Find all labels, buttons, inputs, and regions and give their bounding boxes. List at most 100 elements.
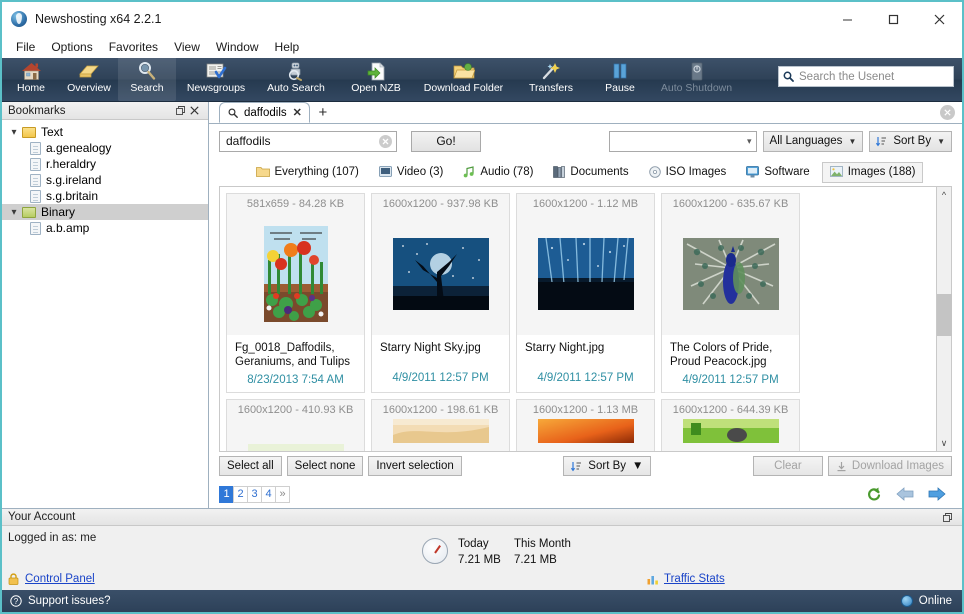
- undock-icon[interactable]: [943, 512, 957, 522]
- scrollbar-thumb[interactable]: [936, 294, 952, 336]
- result-card[interactable]: 1600x1200 - 198.61 KB: [371, 399, 510, 451]
- undock-icon[interactable]: [176, 106, 190, 115]
- toolbar-button-overview[interactable]: Overview: [60, 57, 118, 101]
- result-card[interactable]: 1600x1200 - 644.39 KB: [661, 399, 800, 451]
- chevron-down-icon[interactable]: ▾: [6, 207, 22, 218]
- category-software[interactable]: Software: [738, 162, 817, 183]
- category-images[interactable]: Images (188): [821, 161, 924, 183]
- refresh-icon[interactable]: [866, 486, 882, 502]
- back-arrow-icon[interactable]: [896, 487, 914, 501]
- result-card[interactable]: 1600x1200 - 1.12 MB Starry Night.jpg 4/9…: [516, 193, 655, 393]
- panel-close-icon[interactable]: [940, 105, 955, 120]
- download-images-button[interactable]: Download Images: [827, 456, 952, 476]
- minimize-button[interactable]: [824, 2, 870, 36]
- menu-view[interactable]: View: [166, 38, 208, 56]
- traffic-stats-link[interactable]: Traffic Stats: [664, 573, 725, 585]
- support-issues-label[interactable]: Support issues?: [28, 595, 110, 607]
- menu-help[interactable]: Help: [267, 38, 308, 56]
- toolbar-label-search: Search: [130, 82, 164, 94]
- result-card[interactable]: 1600x1200 - 635.67 KB The Colors of Prid…: [661, 193, 800, 393]
- folder-binary-icon: [22, 206, 36, 218]
- main-toolbar: Home Overview Search Newsgroups Auto Sea…: [2, 57, 962, 102]
- toolbar-button-pause[interactable]: Pause: [591, 57, 649, 101]
- tree-node-binary[interactable]: ▾ Binary: [2, 204, 208, 220]
- tree-node-text[interactable]: ▾ Text: [2, 124, 208, 140]
- category-video[interactable]: Video (3): [371, 162, 451, 183]
- select-none-button[interactable]: Select none: [286, 456, 364, 476]
- online-label: Online: [918, 595, 952, 607]
- category-audio[interactable]: Audio (78): [455, 162, 541, 183]
- chevron-down-icon: ▼: [848, 136, 857, 146]
- globe-icon: [900, 595, 913, 607]
- result-card[interactable]: 1600x1200 - 937.98 KB Starry Night Sky.j…: [371, 193, 510, 393]
- language-filter-button[interactable]: All Languages ▼: [762, 130, 864, 152]
- toolbar-button-transfers[interactable]: Transfers: [511, 57, 591, 101]
- toolbar-label-auto-shutdown: Auto Shutdown: [660, 82, 733, 94]
- usenet-search-input[interactable]: Search the Usenet: [778, 66, 954, 87]
- thumbnail-green-field: [682, 419, 779, 443]
- sort-by-button-top[interactable]: Sort By ▼: [869, 130, 952, 152]
- main-body: Bookmarks ▾ Text a.genealogy r.heraldry …: [2, 102, 962, 508]
- open-nzb-icon: [364, 60, 388, 82]
- scroll-down-icon[interactable]: ∨: [937, 436, 952, 451]
- results-scrollbar[interactable]: ^ ∨: [936, 186, 952, 452]
- maximize-button[interactable]: [870, 2, 916, 36]
- clear-button[interactable]: Clear: [752, 456, 823, 476]
- tree-item-r-heraldry[interactable]: r.heraldry: [2, 156, 208, 172]
- bookmarks-header: Bookmarks: [2, 102, 208, 120]
- chevron-down-icon[interactable]: ▾: [6, 127, 22, 138]
- category-documents[interactable]: Documents: [545, 162, 636, 183]
- close-icon[interactable]: [190, 106, 204, 115]
- menu-file[interactable]: File: [8, 38, 43, 56]
- sort-by-button-bottom[interactable]: Sort By ▼: [563, 456, 652, 476]
- category-label: ISO Images: [665, 166, 727, 178]
- chevron-down-icon: ▼: [937, 136, 945, 146]
- menu-options[interactable]: Options: [43, 38, 100, 56]
- category-everything[interactable]: Everything (107): [248, 162, 367, 183]
- page-next-group[interactable]: »: [275, 485, 290, 503]
- result-card[interactable]: 1600x1200 - 1.13 MB: [516, 399, 655, 451]
- search-input[interactable]: daffodils: [219, 130, 397, 152]
- tree-item-ab-amp[interactable]: a.b.amp: [2, 220, 208, 236]
- invert-selection-button[interactable]: Invert selection: [368, 456, 462, 476]
- new-tab-button[interactable]: +: [310, 102, 336, 123]
- tree-item-sg-ireland[interactable]: s.g.ireland: [2, 172, 208, 188]
- go-button[interactable]: Go!: [411, 130, 481, 152]
- close-button[interactable]: [916, 2, 962, 36]
- toolbar-button-home[interactable]: Home: [2, 57, 60, 101]
- result-card[interactable]: 1600x1200 - 410.93 KB: [226, 399, 365, 451]
- filter-controls: ▾ All Languages ▼ Sort By ▼: [608, 130, 952, 152]
- result-card[interactable]: 581x659 - 84.28 KB Fg_0018_Daffodils, Ge…: [226, 193, 365, 393]
- toolbar-button-auto-shutdown[interactable]: Auto Shutdown: [649, 57, 744, 101]
- control-panel-link-wrap[interactable]: Control Panel: [8, 572, 95, 585]
- thumbnail-area: [517, 213, 654, 335]
- control-panel-link[interactable]: Control Panel: [25, 573, 95, 585]
- tree-item-a-genealogy[interactable]: a.genealogy: [2, 140, 208, 156]
- tree-label: a.genealogy: [46, 141, 112, 155]
- tab-daffodils[interactable]: daffodils ✕: [219, 102, 310, 123]
- tab-close-icon[interactable]: ✕: [293, 106, 302, 119]
- forward-arrow-icon[interactable]: [928, 487, 946, 501]
- toolbar-button-search[interactable]: Search: [118, 57, 176, 101]
- menu-favorites[interactable]: Favorites: [101, 38, 166, 56]
- page-2[interactable]: 2: [233, 485, 248, 503]
- result-name: Starry Night Sky.jpg: [380, 342, 481, 354]
- group-filter-combo[interactable]: ▾: [608, 130, 757, 152]
- page-3[interactable]: 3: [247, 485, 262, 503]
- toolbar-button-auto-search[interactable]: Auto Search: [256, 57, 336, 101]
- toolbar-button-newsgroups[interactable]: Newsgroups: [176, 57, 256, 101]
- toolbar-button-open-nzb[interactable]: Open NZB: [336, 57, 416, 101]
- select-all-button[interactable]: Select all: [219, 456, 282, 476]
- page-4[interactable]: 4: [261, 485, 276, 503]
- traffic-stats-wrap[interactable]: Traffic Stats: [647, 573, 725, 585]
- clear-icon[interactable]: [379, 134, 392, 148]
- page-1[interactable]: 1: [219, 485, 234, 503]
- menu-window[interactable]: Window: [208, 38, 267, 56]
- category-iso-images[interactable]: ISO Images: [641, 162, 735, 183]
- toolbar-label-overview: Overview: [67, 82, 111, 94]
- thumbnail-daffodils-garden: [263, 226, 328, 322]
- scroll-up-icon[interactable]: ^: [937, 187, 952, 202]
- tree-item-sg-britain[interactable]: s.g.britain: [2, 188, 208, 204]
- toolbar-button-download-folder[interactable]: Download Folder: [416, 57, 511, 101]
- scrollbar-track[interactable]: [936, 202, 952, 436]
